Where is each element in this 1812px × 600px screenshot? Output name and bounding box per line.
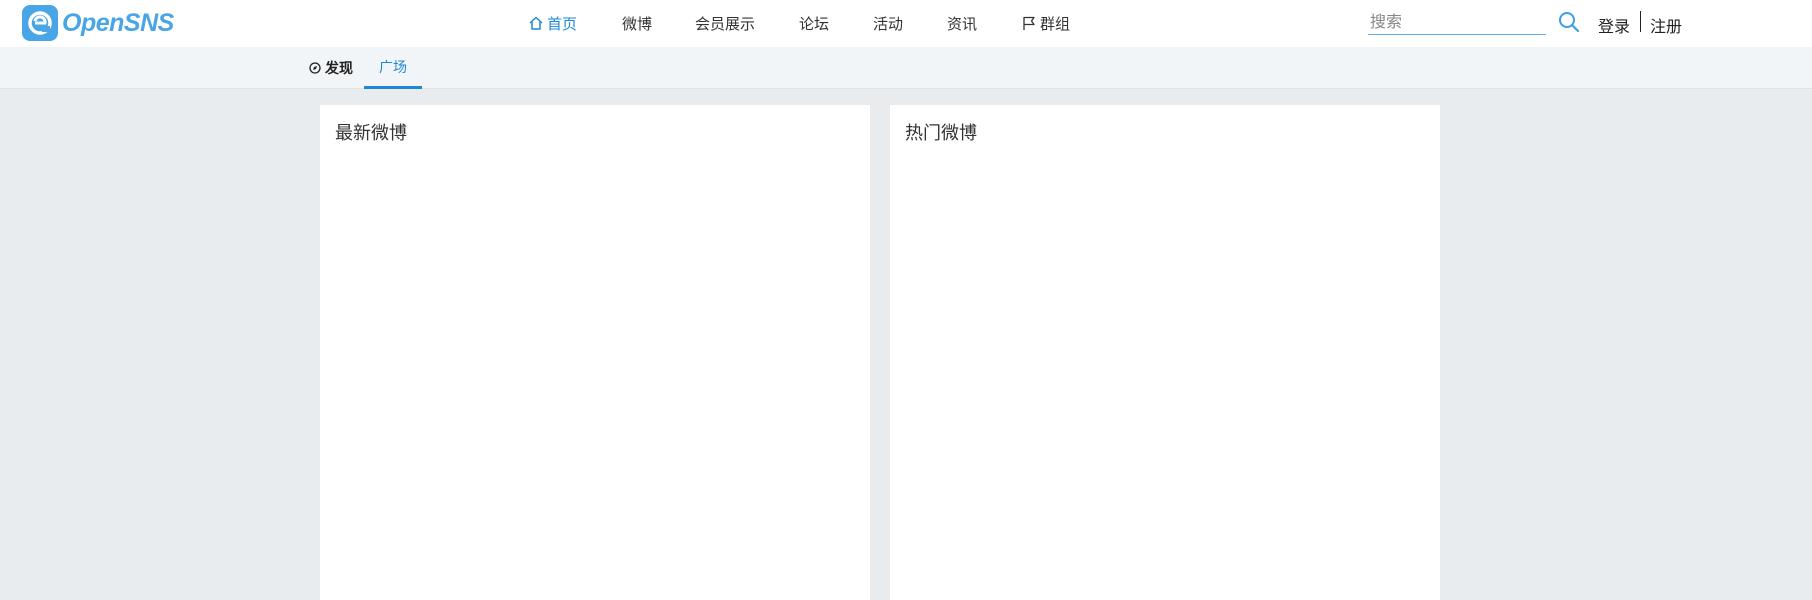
- nav-item-label: 群组: [1040, 14, 1071, 33]
- nav-item-label: 活动: [873, 14, 904, 33]
- nav-item-label: 资讯: [947, 14, 978, 33]
- hot-weibo-panel: 热门微博: [890, 105, 1440, 600]
- register-link[interactable]: 注册: [1650, 13, 1682, 37]
- home-icon: [529, 16, 543, 30]
- nav-item-members[interactable]: 会员展示: [695, 13, 755, 33]
- login-link[interactable]: 登录: [1598, 13, 1630, 37]
- nav-item-label: 首页: [547, 14, 578, 33]
- nav-item-news[interactable]: 资讯: [947, 13, 977, 33]
- latest-weibo-panel: 最新微博: [320, 105, 870, 600]
- nav-item-weibo[interactable]: 微博: [622, 13, 652, 33]
- auth-divider: [1640, 11, 1641, 32]
- panel-title: 热门微博: [905, 123, 977, 144]
- panel-title: 最新微博: [335, 123, 407, 144]
- subnav-title: 发现: [309, 58, 353, 78]
- nav-item-forum[interactable]: 论坛: [799, 13, 829, 33]
- search-icon: [1559, 12, 1580, 33]
- nav-item-label: 微博: [622, 14, 653, 33]
- compass-icon: [309, 62, 321, 74]
- sub-nav: 发现 广场: [0, 47, 1812, 89]
- tab-square[interactable]: 广场: [364, 47, 422, 89]
- search-button[interactable]: [1557, 10, 1581, 34]
- top-header: OpenSNS 首页 微博 会员展示 论坛 活动 资讯 群组 搜索 登录 注册: [0, 0, 1812, 47]
- flag-icon: [1023, 16, 1035, 30]
- nav-item-label: 会员展示: [695, 14, 756, 33]
- subnav-title-label: 发现: [325, 61, 353, 77]
- search-input[interactable]: [1368, 9, 1546, 35]
- nav-item-events[interactable]: 活动: [873, 13, 903, 33]
- nav-item-label: 论坛: [799, 14, 830, 33]
- nav-item-home[interactable]: 首页: [528, 13, 577, 33]
- tab-label: 广场: [379, 59, 407, 76]
- nav-item-groups[interactable]: 群组: [1021, 13, 1070, 33]
